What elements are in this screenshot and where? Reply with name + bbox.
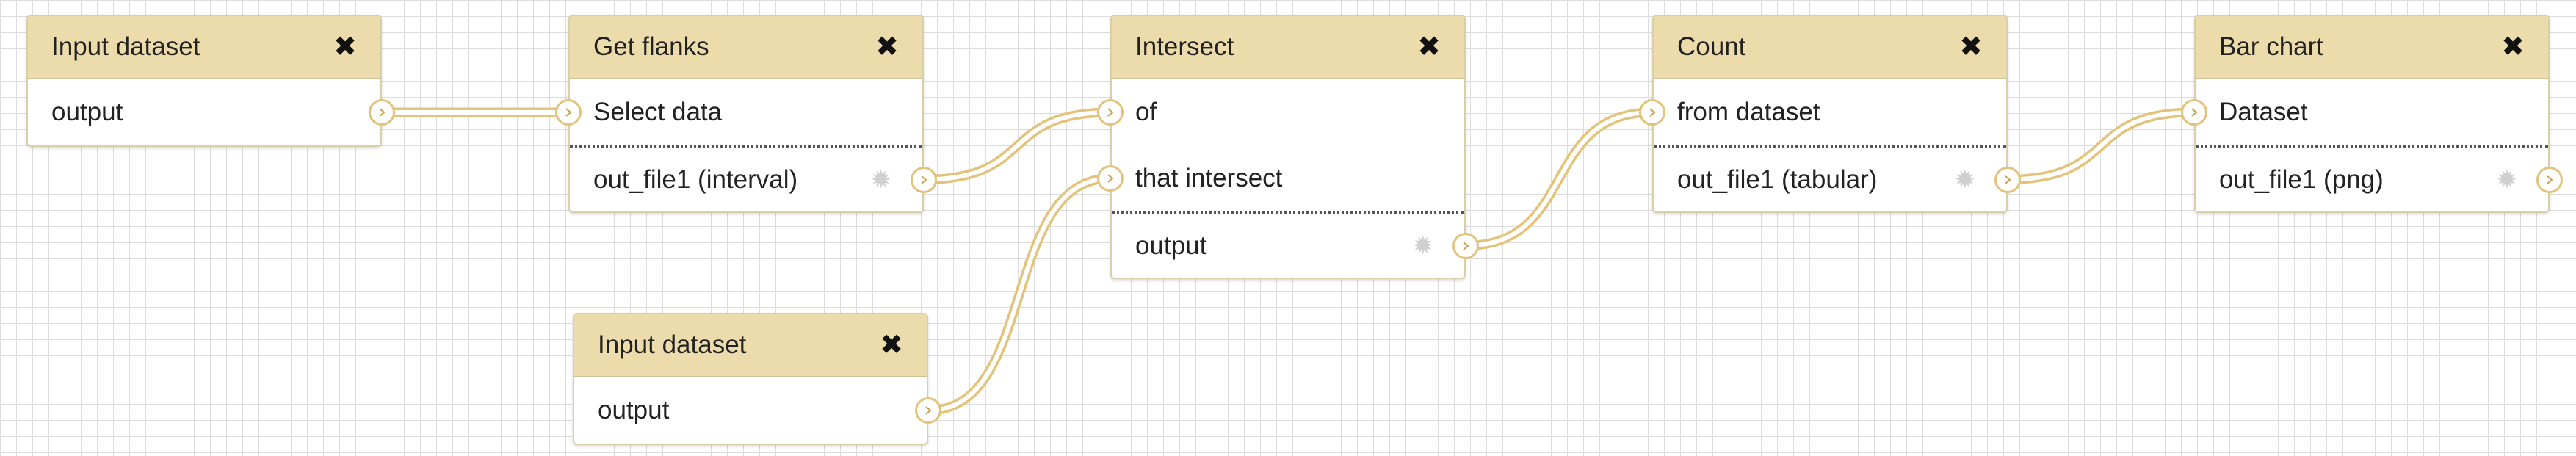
output-label: out_file1 (tabular) — [1677, 164, 1878, 194]
output-row: output — [574, 377, 941, 444]
chevron-right-icon — [1463, 241, 1469, 250]
node-input-dataset[interactable]: Input dataset ✖ output — [573, 313, 941, 445]
output-row: output — [28, 79, 395, 145]
output-label: out_file1 (interval) — [593, 164, 798, 194]
close-icon[interactable]: ✖ — [1959, 33, 1983, 61]
node-title[interactable]: Get flanks ✖ — [570, 16, 922, 79]
chevron-right-icon — [1107, 174, 1114, 183]
close-icon[interactable]: ✖ — [1417, 33, 1441, 61]
node-intersect[interactable]: Intersect ✖ of that intersect output ✹ — [1097, 15, 1479, 279]
node-title-text: Get flanks — [593, 32, 709, 61]
connection-wire-core — [1465, 110, 1653, 248]
output-label: output — [1135, 231, 1207, 260]
node-input-dataset[interactable]: Input dataset ✖ output — [26, 15, 395, 147]
gear-icon[interactable]: ✹ — [871, 165, 892, 195]
input-row: Select data — [555, 79, 922, 145]
chevron-right-icon — [1649, 108, 1656, 117]
chevron-right-icon — [2191, 108, 2198, 117]
input-label: from dataset — [1677, 98, 1820, 126]
close-icon[interactable]: ✖ — [333, 33, 357, 61]
node-get-flanks[interactable]: Get flanks ✖ Select data out_file1 (inte… — [555, 15, 937, 213]
output-terminal[interactable] — [1994, 166, 2021, 193]
output-terminal[interactable] — [2536, 166, 2563, 193]
input-row: Dataset — [2181, 79, 2548, 145]
gear-icon[interactable]: ✹ — [1955, 165, 1976, 195]
chevron-right-icon — [379, 108, 386, 117]
node-title-text: Input dataset — [598, 330, 747, 359]
input-terminal[interactable] — [1639, 99, 1665, 126]
input-terminal[interactable] — [555, 99, 582, 126]
input-terminal[interactable] — [1097, 165, 1124, 192]
output-row: out_file1 (tabular) ✹ — [1654, 145, 2021, 211]
chevron-right-icon — [2005, 175, 2011, 184]
chevron-right-icon — [921, 175, 927, 184]
node-title-text: Count — [1677, 32, 1746, 61]
node-title-text: Intersect — [1135, 32, 1234, 61]
input-label: of — [1135, 98, 1157, 126]
input-terminal[interactable] — [2181, 99, 2207, 126]
output-row: out_file1 (interval) ✹ — [570, 145, 937, 211]
gear-icon[interactable]: ✹ — [1413, 231, 1434, 261]
output-row: out_file1 (png) ✹ — [2196, 145, 2563, 211]
input-terminal[interactable] — [1097, 99, 1124, 126]
node-title[interactable]: Intersect ✖ — [1112, 16, 1464, 79]
output-label: out_file1 (png) — [2219, 164, 2384, 194]
chevron-right-icon — [925, 406, 932, 415]
close-icon[interactable]: ✖ — [2501, 33, 2525, 61]
chevron-right-icon — [565, 108, 572, 117]
output-label: output — [598, 396, 670, 424]
close-icon[interactable]: ✖ — [880, 331, 903, 359]
chevron-right-icon — [1107, 108, 1114, 117]
connection-wire-core — [2007, 110, 2195, 182]
node-title[interactable]: Input dataset ✖ — [574, 314, 927, 377]
connection-wire-core — [923, 110, 1111, 182]
output-row: output ✹ — [1112, 211, 1479, 278]
input-label: Select data — [593, 98, 723, 126]
output-terminal[interactable] — [369, 99, 395, 126]
gear-icon[interactable]: ✹ — [2497, 165, 2518, 195]
input-row: from dataset — [1639, 79, 2006, 145]
input-row: that intersect — [1097, 145, 1464, 211]
input-label: Dataset — [2219, 98, 2308, 126]
connection-wire-core — [927, 176, 1111, 413]
node-title-text: Bar chart — [2219, 32, 2323, 61]
output-terminal[interactable] — [1452, 232, 1479, 259]
input-row: of — [1097, 79, 1464, 145]
node-title[interactable]: Input dataset ✖ — [28, 16, 380, 79]
node-bar-chart[interactable]: Bar chart ✖ Dataset out_file1 (png) ✹ — [2181, 15, 2563, 213]
node-title[interactable]: Count ✖ — [1654, 16, 2006, 79]
chevron-right-icon — [2547, 175, 2553, 184]
output-label: output — [51, 98, 123, 126]
output-terminal[interactable] — [911, 166, 937, 193]
output-terminal[interactable] — [915, 397, 941, 424]
node-count[interactable]: Count ✖ from dataset out_file1 (tabular)… — [1639, 15, 2021, 213]
node-title[interactable]: Bar chart ✖ — [2196, 16, 2548, 79]
input-label: that intersect — [1135, 164, 1283, 192]
close-icon[interactable]: ✖ — [875, 33, 899, 61]
node-title-text: Input dataset — [51, 32, 200, 61]
